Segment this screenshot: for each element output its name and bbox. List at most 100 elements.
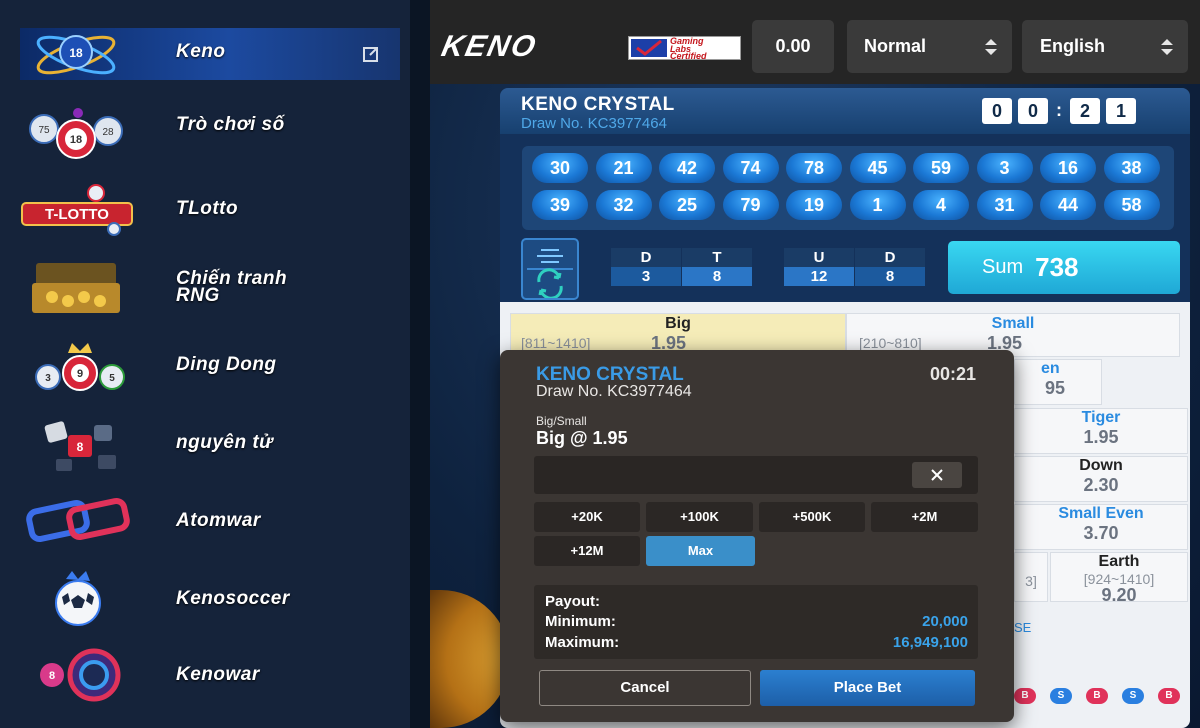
ding-dong-balls-icon: 3 5 9 xyxy=(14,330,138,400)
bet-selection: Big @ 1.95 xyxy=(536,428,628,448)
updown-arrows-icon xyxy=(984,37,998,57)
odd-earth[interactable]: Earth [924~1410] 9.20 xyxy=(1050,552,1188,604)
drawn-ball: 1 xyxy=(849,190,906,220)
svg-text:8: 8 xyxy=(77,440,84,454)
bet-type: Big/Small xyxy=(536,414,587,428)
view-toggle[interactable] xyxy=(521,238,579,300)
sidebar-item-keno[interactable]: 18 Keno xyxy=(0,26,410,104)
svg-text:18: 18 xyxy=(69,46,83,60)
sum-display: Sum 738 xyxy=(948,241,1180,294)
sidebar-item-label: nguyên tử xyxy=(176,432,274,453)
countdown-timer: 0 0 : 2 1 xyxy=(982,98,1142,126)
drawn-ball: 39 xyxy=(532,190,588,220)
up-down-stats: U 12 D8 xyxy=(784,248,926,286)
sidebar-item-chien-tranh-rng[interactable]: Chiến tranh RNG xyxy=(0,248,410,326)
chip-2m-button[interactable]: +2M xyxy=(871,502,978,532)
payout-box: Payout: Minimum: 20,000 Maximum: 16,949,… xyxy=(534,585,978,659)
bet-amount-input[interactable] xyxy=(534,456,978,494)
svg-text:18: 18 xyxy=(70,134,82,146)
svg-text:5: 5 xyxy=(109,373,115,384)
drawn-ball: 58 xyxy=(1103,190,1160,220)
sidebar-item-label: Chiến tranh RNG xyxy=(176,268,288,306)
updown-arrows-icon xyxy=(1160,37,1174,57)
chain-link-icon xyxy=(14,486,138,556)
se-fragment: SE xyxy=(1014,620,1032,635)
max-button[interactable]: Max xyxy=(646,536,755,566)
drawn-ball: 21 xyxy=(595,153,652,183)
sidebar-item-kenowar[interactable]: 8 Kenowar xyxy=(0,636,410,714)
drawn-ball: 25 xyxy=(659,190,715,220)
sidebar-item-label: Ding Dong xyxy=(176,354,277,375)
drawn-ball: 74 xyxy=(722,153,779,183)
svg-text:T-LOTTO: T-LOTTO xyxy=(45,206,109,223)
odd-small-even[interactable]: Small Even 3.70 xyxy=(1014,504,1188,550)
drawn-ball: 19 xyxy=(786,190,842,220)
drawn-ball: 31 xyxy=(976,190,1033,220)
sidebar-item-label: Trò chơi số xyxy=(176,114,285,135)
sidebar-item-nguyen-tu[interactable]: 8 nguyên tử xyxy=(0,404,410,482)
odd-partial[interactable]: 3] xyxy=(1014,552,1048,602)
history-chip: B xyxy=(1158,688,1180,704)
chip-100k-button[interactable]: +100K xyxy=(646,502,753,532)
balance-display: 0.00 xyxy=(752,20,834,73)
svg-text:28: 28 xyxy=(102,127,114,138)
sidebar-item-atomwar[interactable]: Atomwar xyxy=(0,482,410,560)
language-select[interactable]: English xyxy=(1022,20,1188,73)
app-root: 18 Keno 75 28 18 Trò chơi số T-LOTTO TLo… xyxy=(0,0,1200,728)
sidebar-item-kenosoccer[interactable]: Kenosoccer xyxy=(0,560,410,638)
history-chip: S xyxy=(1122,688,1144,704)
odd-down[interactable]: Down 2.30 xyxy=(1014,456,1188,502)
history-chip: B xyxy=(1086,688,1108,704)
drawn-ball: 45 xyxy=(849,153,906,183)
popup-draw-number: Draw No. KC3977464 xyxy=(536,383,692,400)
lottery-balls-icon: 75 28 18 xyxy=(14,98,138,168)
drawn-ball: 44 xyxy=(1040,190,1096,220)
drawn-ball: 16 xyxy=(1040,153,1096,183)
drawn-ball: 3 xyxy=(976,153,1033,183)
sidebar-item-tro-choi-so[interactable]: 75 28 18 Trò chơi số xyxy=(0,94,410,172)
history-chip: B xyxy=(1014,688,1036,704)
dragon-tiger-stats: D3 T8 xyxy=(611,248,753,286)
history-chip: S xyxy=(1050,688,1072,704)
draw-number: Draw No. KC3977464 xyxy=(521,115,667,132)
keno-atom-icon: 18 xyxy=(14,26,138,84)
soccer-ball-icon xyxy=(14,564,138,634)
gaming-labs-certified-badge: Gaming Labs Certified xyxy=(628,36,741,60)
cancel-button[interactable]: Cancel xyxy=(539,670,751,706)
bet-popup: KENO CRYSTAL Draw No. KC3977464 00:21 Bi… xyxy=(500,350,1014,722)
chip-500k-button[interactable]: +500K xyxy=(759,502,865,532)
sidebar-item-label: Kenosoccer xyxy=(176,588,290,609)
treasure-chest-icon xyxy=(14,252,138,322)
svg-text:8: 8 xyxy=(49,670,55,682)
sidebar-item-label: TLotto xyxy=(176,198,239,219)
tlotto-icon: T-LOTTO xyxy=(14,174,138,244)
keno-logo: KENO xyxy=(438,30,541,63)
drawn-ball: 32 xyxy=(595,190,652,220)
sidebar-item-label: Atomwar xyxy=(176,510,261,531)
drawn-ball: 79 xyxy=(722,190,779,220)
drawn-ball: 59 xyxy=(913,153,969,183)
sidebar-item-ding-dong[interactable]: 3 5 9 Ding Dong xyxy=(0,326,410,404)
drawn-ball: 42 xyxy=(659,153,715,183)
mode-select[interactable]: Normal xyxy=(847,20,1012,73)
odd-even[interactable]: en 95 xyxy=(1014,359,1102,405)
place-bet-button[interactable]: Place Bet xyxy=(760,670,975,706)
drawn-ball: 78 xyxy=(786,153,842,183)
drawn-ball: 4 xyxy=(913,190,969,220)
chip-12m-button[interactable]: +12M xyxy=(534,536,640,566)
panel-header: KENO CRYSTAL Draw No. KC3977464 0 0 : 2 … xyxy=(500,88,1190,134)
game-title: KENO CRYSTAL xyxy=(521,94,675,115)
svg-text:3: 3 xyxy=(45,373,51,384)
odd-tiger[interactable]: Tiger 1.95 xyxy=(1014,408,1188,454)
dice-tiles-icon: 8 xyxy=(14,408,138,478)
drawn-balls-board: 30 21 42 74 78 45 59 3 16 38 39 32 25 79 19 1 4 31 44 58 xyxy=(522,146,1174,230)
sidebar-item-label: Kenowar xyxy=(176,664,260,685)
sidebar-item-tlotto[interactable]: T-LOTTO TLotto xyxy=(0,170,410,248)
external-link-icon[interactable] xyxy=(360,43,382,65)
sidebar-divider xyxy=(410,0,430,728)
target-icon: 8 xyxy=(14,640,138,710)
clear-amount-button[interactable] xyxy=(912,462,962,488)
min-payout: 20,000 xyxy=(922,613,968,630)
chip-20k-button[interactable]: +20K xyxy=(534,502,640,532)
close-icon xyxy=(931,469,943,481)
